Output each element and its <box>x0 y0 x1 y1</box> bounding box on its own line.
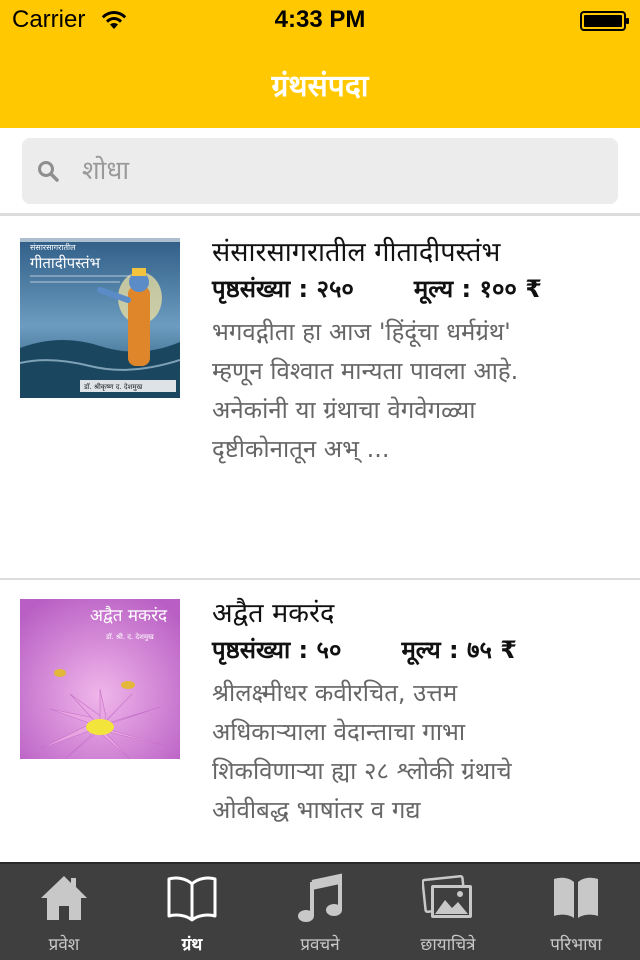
book-title: अद्वैत मकरंद <box>212 598 335 629</box>
page-count: पृष्ठसंख्या : ५० <box>212 636 342 664</box>
closed-book-icon <box>554 877 598 918</box>
tab-label: छायाचित्रे <box>420 935 476 955</box>
tab-pravachane[interactable]: प्रवचने <box>256 864 384 960</box>
book-list-item[interactable]: संसारसागरातील गीतादीपस्तंभ डॉ. श्रीकृष्ण… <box>0 219 640 580</box>
cover-author: डॉ. श्रीकृष्ण द. देशमुख <box>83 382 143 391</box>
cover-author: डॉ. श्री. द. देशमुख <box>105 632 154 641</box>
book-cover-image: संसारसागरातील गीतादीपस्तंभ डॉ. श्रीकृष्ण… <box>20 238 180 398</box>
book-info: संसारसागरातील गीतादीपस्तंभ पृष्ठसंख्या :… <box>212 233 557 469</box>
book-price: मूल्य : १०० ₹ <box>413 275 542 303</box>
battery-icon <box>580 11 629 31</box>
tab-chhayachitre[interactable]: छायाचित्रे <box>384 864 512 960</box>
home-icon <box>41 876 87 920</box>
book-meta: पृष्ठसंख्या : ५० मूल्य : ७५ ₹ <box>212 634 557 666</box>
search-icon <box>38 161 59 182</box>
book-cover-image: अद्वैत मकरंद डॉ. श्री. द. देशमुख <box>20 599 180 759</box>
book-price: मूल्य : ७५ ₹ <box>401 636 518 664</box>
book-description: भगवद्गीता हा आज 'हिंदूंचा धर्मग्रंथ' म्ह… <box>212 318 519 463</box>
search-area <box>0 128 640 216</box>
cover-title: अद्वैत मकरंद <box>90 605 168 626</box>
navigation-bar: ग्रंथसंपदा <box>0 40 640 128</box>
tab-bar: प्रवेश ग्रंथ प्रवचने छायाचित्रे परिभाषा <box>0 862 640 960</box>
tab-pravesh[interactable]: प्रवेश <box>0 864 128 960</box>
music-note-icon <box>298 873 342 922</box>
search-input[interactable] <box>82 148 582 194</box>
tab-label: प्रवचने <box>300 935 340 955</box>
book-list[interactable]: संसारसागरातील गीतादीपस्तंभ डॉ. श्रीकृष्ण… <box>0 219 640 862</box>
book-description: श्रीलक्ष्मीधर कवीरचित, उत्तम अधिकाऱ्याला… <box>212 679 512 824</box>
status-bar: Carrier 4:33 PM <box>0 0 640 40</box>
cover-subtitle: संसारसागरातील <box>30 242 76 252</box>
book-meta: पृष्ठसंख्या : २५० मूल्य : १०० ₹ <box>212 273 557 305</box>
cover-title: गीतादीपस्तंभ <box>30 254 101 272</box>
page-count: पृष्ठसंख्या : २५० <box>212 275 354 303</box>
photos-icon <box>422 874 472 918</box>
open-book-icon <box>167 876 217 922</box>
book-title: संसारसागरातील गीतादीपस्तंभ <box>212 237 501 268</box>
tab-paribhasha[interactable]: परिभाषा <box>512 864 640 960</box>
search-box[interactable] <box>22 138 618 204</box>
tab-label: प्रवेश <box>48 935 80 955</box>
tab-granth[interactable]: ग्रंथ <box>128 864 256 960</box>
page-title: ग्रंथसंपदा <box>271 69 369 104</box>
tab-label: ग्रंथ <box>181 935 203 955</box>
status-time: 4:33 PM <box>274 6 366 33</box>
book-info: अद्वैत मकरंद पृष्ठसंख्या : ५० मूल्य : ७५ … <box>212 594 557 830</box>
tab-label: परिभाषा <box>550 935 602 955</box>
book-list-item[interactable]: अद्वैत मकरंद डॉ. श्री. द. देशमुख अद्वैत … <box>0 580 640 862</box>
